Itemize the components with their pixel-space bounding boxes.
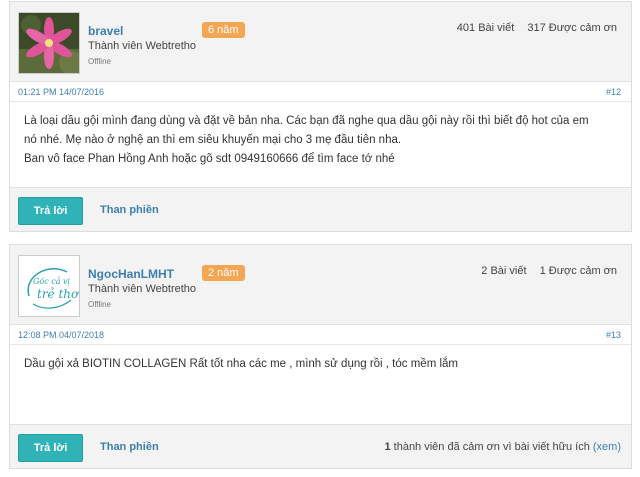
user-stats: 2 Bài viết 1 Được cảm ơn	[471, 265, 617, 277]
post-content: Là loại dầu gội mình đang dùng và đặt về…	[10, 102, 631, 169]
content-line: nó nhé. Mẹ nào ở nghệ an thì em siêu khu…	[24, 134, 402, 146]
content-line: Là loại dầu gội mình đang dùng và đặt về…	[24, 115, 589, 127]
post-count: 401 Bài viết	[456, 22, 515, 34]
thanks-summary-text: thành viên đã cảm ơn vì bài viết hữu ích	[390, 441, 593, 453]
thanks-count: 1 Được cảm ơn	[539, 265, 617, 277]
complain-link[interactable]: Than phiền	[100, 441, 159, 453]
user-stats: 401 Bài viết 317 Được cảm ơn	[447, 22, 617, 34]
view-thanks-link[interactable]: (xem)	[593, 441, 621, 453]
post-header: bravel 6 năm Thành viên Webtretho Offlin…	[10, 2, 631, 82]
reply-button[interactable]: Trả lời	[18, 197, 83, 225]
content-line: Dầu gội xả BIOTIN COLLAGEN Rất tốt nha c…	[24, 358, 459, 370]
avatar[interactable]	[18, 12, 80, 74]
username[interactable]: NgocHanLMHT	[88, 267, 174, 281]
post-number-link[interactable]: #12	[606, 87, 621, 97]
user-title: Thành viên Webtretho	[88, 40, 197, 52]
reply-button[interactable]: Trả lời	[18, 434, 83, 462]
post-count: 2 Bài viết	[481, 265, 527, 277]
user-status: Offline	[88, 300, 111, 309]
post-number-link[interactable]: #13	[606, 330, 621, 340]
post-meta: 01:21 PM 14/07/2016 #12	[10, 82, 631, 102]
svg-text:trẻ thơ: trẻ thơ	[37, 287, 80, 301]
post-content: Dầu gội xả BIOTIN COLLAGEN Rất tốt nha c…	[10, 345, 631, 374]
webtretho-logo-icon: Góc cả vị trẻ thơ	[19, 256, 80, 316]
post-date: 01:21 PM 14/07/2016	[18, 87, 105, 97]
pink-flower-icon	[19, 13, 79, 73]
svg-text:Góc cả vị: Góc cả vị	[33, 277, 71, 286]
content-line: Ban vô face Phan Hồng Anh hoặc gõ sdt 09…	[24, 153, 395, 165]
thanks-count: 317 Được cảm ơn	[527, 22, 617, 34]
post-12: bravel 6 năm Thành viên Webtretho Offlin…	[9, 1, 632, 232]
membership-badge: 2 năm	[202, 265, 245, 281]
post-footer: Trả lời Than phiền	[10, 187, 631, 231]
post-header: Góc cả vị trẻ thơ NgocHanLMHT 2 năm Thàn…	[10, 245, 631, 325]
avatar[interactable]: Góc cả vị trẻ thơ	[18, 255, 80, 317]
post-meta: 12:08 PM 04/07/2018 #13	[10, 325, 631, 345]
post-footer: Trả lời Than phiền 1 thành viên đã cảm ơ…	[10, 424, 631, 468]
user-title: Thành viên Webtretho	[88, 283, 197, 295]
post-13: Góc cả vị trẻ thơ NgocHanLMHT 2 năm Thàn…	[9, 244, 632, 469]
post-date: 12:08 PM 04/07/2018	[18, 330, 105, 340]
membership-badge: 6 năm	[202, 22, 245, 38]
user-status: Offline	[88, 57, 111, 66]
thanks-summary: 1 thành viên đã cảm ơn vì bài viết hữu í…	[384, 441, 621, 453]
complain-link[interactable]: Than phiền	[100, 204, 159, 216]
username[interactable]: bravel	[88, 24, 123, 38]
